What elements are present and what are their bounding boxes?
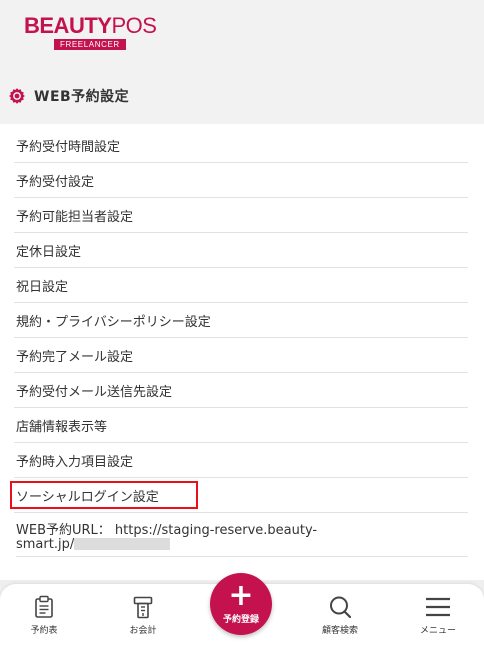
nav-label: 予約表 [30, 626, 58, 636]
logo-subtitle: FREELANCER [54, 39, 126, 50]
nav-label: 顧客検索 [321, 626, 358, 636]
menu-item-available-staff[interactable]: 予約可能担当者設定 [14, 198, 468, 233]
menu-item-public-holidays[interactable]: 祝日設定 [14, 268, 468, 303]
page-title: WEB予約設定 [8, 86, 129, 106]
menu-item-terms-privacy[interactable]: 規約・プライバシーポリシー設定 [14, 303, 468, 338]
reservation-table-icon [35, 595, 53, 618]
plus-icon: + [228, 578, 254, 613]
register-icon [133, 596, 153, 619]
url-value-line1[interactable]: https://staging-reserve.beauty- [115, 523, 317, 538]
menu-item-reservation-settings[interactable]: 予約受付設定 [14, 163, 468, 198]
highlight-box [10, 481, 198, 509]
web-reservation-url: WEB予約URL： https://staging-reserve.beauty… [16, 524, 468, 557]
logo: BEAUTYPOS FREELANCER [24, 13, 157, 50]
settings-menu-list: 予約受付時間設定 予約受付設定 予約可能担当者設定 定休日設定 祝日設定 規約・… [10, 128, 468, 513]
hamburger-menu-icon [426, 597, 450, 617]
nav-menu[interactable]: メニュー [408, 594, 468, 636]
settings-panel: 予約受付時間設定 予約受付設定 予約可能担当者設定 定休日設定 祝日設定 規約・… [0, 124, 484, 580]
nav-reservation-table[interactable]: 予約表 [14, 594, 74, 636]
search-icon [330, 596, 352, 619]
menu-item-label: 定休日設定 [16, 244, 82, 260]
menu-item-label: 規約・プライバシーポリシー設定 [16, 314, 211, 330]
url-value-line2[interactable]: smart.jp/ [16, 537, 74, 552]
menu-item-social-login[interactable]: ソーシャルログイン設定 [10, 478, 468, 513]
menu-item-notification-recipients[interactable]: 予約受付メール送信先設定 [14, 373, 468, 408]
menu-item-label: 店舗情報表示等 [16, 419, 108, 435]
menu-item-store-info[interactable]: 店舗情報表示等 [14, 408, 468, 443]
add-reservation-button[interactable]: + 予約登録 [210, 573, 272, 635]
menu-item-label: 予約完了メール設定 [16, 349, 134, 365]
menu-item-label: 予約受付時間設定 [16, 139, 121, 155]
menu-item-reservation-hours[interactable]: 予約受付時間設定 [14, 128, 468, 163]
menu-item-label: 祝日設定 [16, 279, 69, 295]
menu-item-label: 予約受付メール送信先設定 [16, 384, 173, 400]
menu-item-label: 予約受付設定 [16, 174, 95, 190]
header: BEAUTYPOS FREELANCER WEB予約設定 [0, 0, 484, 124]
menu-item-completion-mail[interactable]: 予約完了メール設定 [14, 338, 468, 373]
fab-label: 予約登録 [222, 615, 259, 625]
nav-label: お会計 [129, 626, 157, 636]
gear-icon [9, 88, 25, 104]
menu-item-label: 予約時入力項目設定 [16, 454, 134, 470]
redacted-text [74, 538, 171, 550]
url-label: WEB予約URL： [16, 523, 111, 538]
nav-checkout[interactable]: お会計 [113, 594, 173, 636]
nav-label: メニュー [419, 626, 456, 636]
nav-customer-search[interactable]: 顧客検索 [310, 594, 370, 636]
menu-item-label: 予約可能担当者設定 [16, 209, 134, 225]
menu-item-regular-holidays[interactable]: 定休日設定 [14, 233, 468, 268]
menu-item-input-fields[interactable]: 予約時入力項目設定 [14, 443, 468, 478]
